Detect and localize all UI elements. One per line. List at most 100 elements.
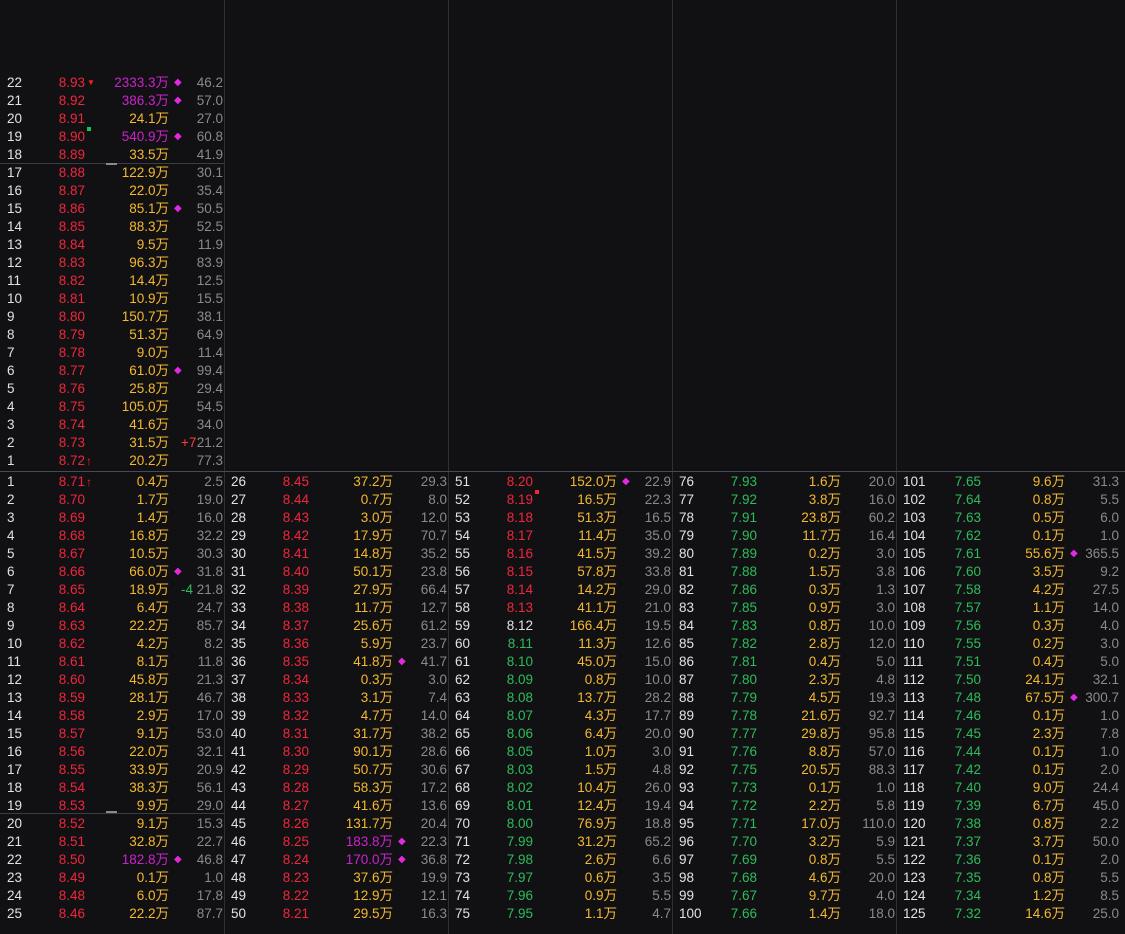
bid-row[interactable]: 83 7.85 0.9万 3.0	[672, 599, 896, 617]
ask-row[interactable]: 2 8.73 31.5万 +7 21.2	[0, 434, 224, 452]
bid-row[interactable]: 20 8.52 9.1万 15.3	[0, 815, 224, 833]
bid-row[interactable]: 19 8.53 9.9万 29.0	[0, 797, 224, 815]
bid-row[interactable]: 23 8.49 0.1万 1.0	[0, 869, 224, 887]
ask-row[interactable]: 8 8.79 51.3万 64.9	[0, 326, 224, 344]
bid-row[interactable]: 122 7.36 0.1万 2.0	[896, 851, 1120, 869]
bid-row[interactable]: 30 8.41 14.8万 35.2	[224, 545, 448, 563]
bid-row[interactable]: 68 8.02 10.4万 26.0	[448, 779, 672, 797]
ask-row[interactable]: 5 8.76 25.8万 29.4	[0, 380, 224, 398]
bid-row[interactable]: 24 8.48 6.0万 17.8	[0, 887, 224, 905]
bid-row[interactable]: 120 7.38 0.8万 2.2	[896, 815, 1120, 833]
bid-row[interactable]: 32 8.39 27.9万 66.4	[224, 581, 448, 599]
bid-row[interactable]: 87 7.80 2.3万 4.8	[672, 671, 896, 689]
bid-row[interactable]: 37 8.34 0.3万 3.0	[224, 671, 448, 689]
bid-row[interactable]: 27 8.44 0.7万 8.0	[224, 491, 448, 509]
bid-row[interactable]: 14 8.58 2.9万 17.0	[0, 707, 224, 725]
bid-row[interactable]: 78 7.91 23.8万 60.2	[672, 509, 896, 527]
bid-row[interactable]: 110 7.55 0.2万 3.0	[896, 635, 1120, 653]
bid-row[interactable]: 76 7.93 1.6万 20.0	[672, 473, 896, 491]
bid-row[interactable]: 80 7.89 0.2万 3.0	[672, 545, 896, 563]
bid-row[interactable]: 88 7.79 4.5万 19.3	[672, 689, 896, 707]
bid-row[interactable]: 47 8.24 170.0万 ◆ 36.8	[224, 851, 448, 869]
ask-row[interactable]: 20 8.91 24.1万 27.0	[0, 110, 224, 128]
bid-row[interactable]: 111 7.51 0.4万 5.0	[896, 653, 1120, 671]
bid-row[interactable]: 61 8.10 45.0万 15.0	[448, 653, 672, 671]
bid-row[interactable]: 75 7.95 1.1万 4.7	[448, 905, 672, 923]
bid-row[interactable]: 43 8.28 58.3万 17.2	[224, 779, 448, 797]
bid-row[interactable]: 102 7.64 0.8万 5.5	[896, 491, 1120, 509]
ask-row[interactable]: 3 8.74 41.6万 34.0	[0, 416, 224, 434]
bid-row[interactable]: 28 8.43 3.0万 12.0	[224, 509, 448, 527]
bid-row[interactable]: 6 8.66 66.0万 ◆ 31.8	[0, 563, 224, 581]
bid-row[interactable]: 82 7.86 0.3万 1.3	[672, 581, 896, 599]
bid-row[interactable]: 11 8.61 8.1万 11.8	[0, 653, 224, 671]
bid-row[interactable]: 70 8.00 76.9万 18.8	[448, 815, 672, 833]
bid-row[interactable]: 15 8.57 9.1万 53.0	[0, 725, 224, 743]
bid-row[interactable]: 48 8.23 37.6万 19.9	[224, 869, 448, 887]
bid-row[interactable]: 94 7.72 2.2万 5.8	[672, 797, 896, 815]
bid-row[interactable]: 38 8.33 3.1万 7.4	[224, 689, 448, 707]
ask-row[interactable]: 13 8.84 9.5万 11.9	[0, 236, 224, 254]
ask-row[interactable]: 15 8.86 85.1万 ◆ 50.5	[0, 200, 224, 218]
bid-row[interactable]: 58 8.13 41.1万 21.0	[448, 599, 672, 617]
bid-row[interactable]: 114 7.46 0.1万 1.0	[896, 707, 1120, 725]
bid-row[interactable]: 44 8.27 41.6万 13.6	[224, 797, 448, 815]
bid-row[interactable]: 7 8.65 18.9万 -4 21.8	[0, 581, 224, 599]
ask-row[interactable]: 21 8.92 386.3万 ◆ 57.0	[0, 92, 224, 110]
bid-row[interactable]: 106 7.60 3.5万 9.2	[896, 563, 1120, 581]
bid-row[interactable]: 77 7.92 3.8万 16.0	[672, 491, 896, 509]
bid-row[interactable]: 93 7.73 0.1万 1.0	[672, 779, 896, 797]
bid-row[interactable]: 72 7.98 2.6万 6.6	[448, 851, 672, 869]
bid-row[interactable]: 71 7.99 31.2万 65.2	[448, 833, 672, 851]
ask-row[interactable]: 12 8.83 96.3万 83.9	[0, 254, 224, 272]
bid-row[interactable]: 29 8.42 17.9万 70.7	[224, 527, 448, 545]
bid-row[interactable]: 22 8.50 182.8万 ◆ 46.8	[0, 851, 224, 869]
bid-row[interactable]: 117 7.42 0.1万 2.0	[896, 761, 1120, 779]
bid-row[interactable]: 39 8.32 4.7万 14.0	[224, 707, 448, 725]
ask-row[interactable]: 17 8.88 122.9万 30.1	[0, 164, 224, 182]
bid-row[interactable]: 45 8.26 131.7万 20.4	[224, 815, 448, 833]
bid-row[interactable]: 5 8.67 10.5万 30.3	[0, 545, 224, 563]
bid-row[interactable]: 53 8.18 51.3万 16.5	[448, 509, 672, 527]
bid-row[interactable]: 64 8.07 4.3万 17.7	[448, 707, 672, 725]
bid-row[interactable]: 8 8.64 6.4万 24.7	[0, 599, 224, 617]
bid-row[interactable]: 12 8.60 45.8万 21.3	[0, 671, 224, 689]
bid-row[interactable]: 101 7.65 9.6万 31.3	[896, 473, 1120, 491]
bid-row[interactable]: 85 7.82 2.8万 12.0	[672, 635, 896, 653]
ask-row[interactable]: 18 8.89 33.5万 41.9	[0, 146, 224, 164]
ask-row[interactable]: 7 8.78 9.0万 11.4	[0, 344, 224, 362]
ask-row[interactable]: 22 8.93 ▼ 2333.3万 ◆ 46.2	[0, 74, 224, 92]
bid-row[interactable]: 121 7.37 3.7万 50.0	[896, 833, 1120, 851]
bid-row[interactable]: 91 7.76 8.8万 57.0	[672, 743, 896, 761]
bid-row[interactable]: 100 7.66 1.4万 18.0	[672, 905, 896, 923]
bid-row[interactable]: 98 7.68 4.6万 20.0	[672, 869, 896, 887]
bid-row[interactable]: 55 8.16 41.5万 39.2	[448, 545, 672, 563]
ask-row[interactable]: 6 8.77 61.0万 ◆ 99.4	[0, 362, 224, 380]
bid-row[interactable]: 3 8.69 1.4万 16.0	[0, 509, 224, 527]
bid-row[interactable]: 124 7.34 1.2万 8.5	[896, 887, 1120, 905]
bid-row[interactable]: 86 7.81 0.4万 5.0	[672, 653, 896, 671]
bid-row[interactable]: 40 8.31 31.7万 38.2	[224, 725, 448, 743]
bid-row[interactable]: 57 8.14 14.2万 29.0	[448, 581, 672, 599]
bid-row[interactable]: 112 7.50 24.1万 32.1	[896, 671, 1120, 689]
bid-row[interactable]: 125 7.32 14.6万 25.0	[896, 905, 1120, 923]
bid-row[interactable]: 96 7.70 3.2万 5.9	[672, 833, 896, 851]
bid-row[interactable]: 49 8.22 12.9万 12.1	[224, 887, 448, 905]
bid-row[interactable]: 18 8.54 38.3万 56.1	[0, 779, 224, 797]
bid-row[interactable]: 95 7.71 17.0万 110.0	[672, 815, 896, 833]
bid-row[interactable]: 42 8.29 50.7万 30.6	[224, 761, 448, 779]
ask-row[interactable]: 9 8.80 150.7万 38.1	[0, 308, 224, 326]
ask-row[interactable]: 4 8.75 105.0万 54.5	[0, 398, 224, 416]
bid-row[interactable]: 1 8.71 ↑ 0.4万 2.5	[0, 473, 224, 491]
bid-row[interactable]: 41 8.30 90.1万 28.6	[224, 743, 448, 761]
bid-row[interactable]: 81 7.88 1.5万 3.8	[672, 563, 896, 581]
bid-row[interactable]: 10 8.62 4.2万 8.2	[0, 635, 224, 653]
bid-row[interactable]: 123 7.35 0.8万 5.5	[896, 869, 1120, 887]
bid-row[interactable]: 116 7.44 0.1万 1.0	[896, 743, 1120, 761]
bid-row[interactable]: 115 7.45 2.3万 7.8	[896, 725, 1120, 743]
bid-row[interactable]: 50 8.21 29.5万 16.3	[224, 905, 448, 923]
bid-row[interactable]: 31 8.40 50.1万 23.8	[224, 563, 448, 581]
bid-row[interactable]: 104 7.62 0.1万 1.0	[896, 527, 1120, 545]
bid-row[interactable]: 52 8.19 16.5万 22.3	[448, 490, 672, 509]
bid-row[interactable]: 17 8.55 33.9万 20.9	[0, 761, 224, 779]
